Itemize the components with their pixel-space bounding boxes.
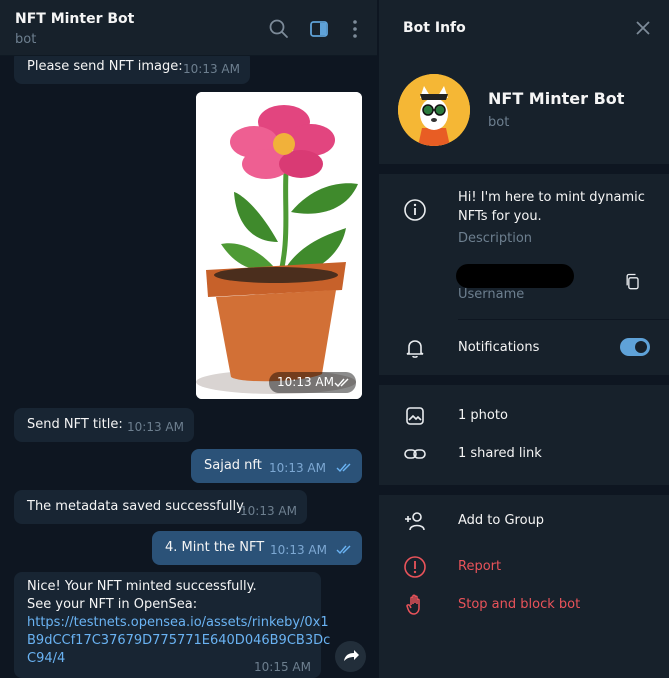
message-time: 10:13 AM — [270, 543, 327, 557]
bell-icon — [406, 340, 424, 358]
message-text: Please send NFT image: — [27, 59, 183, 74]
toggle-knob — [633, 339, 649, 355]
forward-icon — [344, 650, 359, 661]
message-incoming: The metadata saved successfully. 10:13 A… — [14, 490, 307, 524]
chat-panel: NFT Minter Bot bot Please send NFT image… — [0, 0, 377, 678]
message-time: 10:13 AM — [183, 62, 240, 76]
message-text: Nice! Your NFT minted successfully. — [27, 579, 257, 594]
bot-type: bot — [488, 115, 510, 130]
add-to-group-button[interactable]: Add to Group — [458, 513, 544, 528]
description-text: NFTs for you. — [458, 209, 542, 224]
message-time: 10:15 AM — [254, 660, 311, 674]
add-user-icon — [405, 512, 425, 531]
chat-subtitle: bot — [15, 32, 37, 47]
section-divider — [379, 375, 669, 385]
section-divider — [379, 164, 669, 174]
message-text: Sajad nft — [204, 458, 262, 473]
info-icon — [404, 199, 426, 221]
photo-icon — [406, 407, 424, 425]
forward-button[interactable] — [335, 641, 366, 672]
report-icon — [404, 556, 426, 578]
photos-count[interactable]: 1 photo — [458, 408, 508, 423]
close-icon[interactable] — [634, 19, 652, 37]
cat-avatar-image — [398, 74, 470, 146]
opensea-link[interactable]: B9dCCf17C37679D775771E640D046B9CB3Dc — [27, 632, 330, 650]
description-label: Description — [458, 231, 533, 246]
message-time: 10:13 AM — [127, 420, 184, 434]
chat-title[interactable]: NFT Minter Bot — [15, 11, 134, 27]
message-text: Send NFT title: — [27, 417, 123, 432]
search-icon[interactable] — [268, 18, 290, 40]
message-outgoing: 4. Mint the NFT 10:13 AM — [152, 531, 362, 565]
message-text: 4. Mint the NFT — [165, 540, 265, 555]
copy-icon[interactable] — [623, 272, 643, 292]
bot-info-panel: Bot Info NFT Minter Bot bot Hi! I'm here… — [378, 0, 669, 678]
read-checkmarks-icon — [336, 463, 351, 473]
opensea-link[interactable]: https://testnets.opensea.io/assets/rinke… — [27, 614, 329, 632]
report-button[interactable]: Report — [458, 559, 501, 574]
notifications-label: Notifications — [458, 340, 540, 355]
link-icon — [404, 449, 426, 459]
message-time: 10:13 AM — [277, 375, 334, 389]
shared-links-count[interactable]: 1 shared link — [458, 446, 542, 461]
divider-line — [458, 319, 669, 320]
avatar[interactable] — [398, 74, 470, 146]
message-text: See your NFT in OpenSea: — [27, 597, 198, 612]
message-text: The metadata saved successfully. — [27, 499, 247, 514]
stop-and-block-button[interactable]: Stop and block bot — [458, 597, 580, 612]
read-checkmarks-icon — [336, 545, 351, 555]
info-title: Bot Info — [403, 20, 466, 36]
message-outgoing: Sajad nft 10:13 AM — [191, 449, 362, 483]
message-time: 10:13 AM — [269, 461, 326, 475]
bot-name: NFT Minter Bot — [488, 89, 625, 108]
opensea-link[interactable]: C94/4 — [27, 650, 65, 668]
section-divider — [379, 485, 669, 495]
chat-header: NFT Minter Bot bot — [0, 0, 377, 56]
message-time: 10:13 AM — [240, 504, 297, 518]
message-list: Please send NFT image: 10:13 AM 10:13 AM… — [0, 50, 377, 678]
username-redacted — [456, 264, 574, 288]
info-header: Bot Info — [379, 0, 669, 56]
message-image[interactable]: 10:13 AM — [196, 92, 362, 399]
username-label: Username — [458, 287, 525, 302]
message-incoming: Send NFT title: 10:13 AM — [14, 408, 194, 442]
read-checkmarks-icon — [334, 378, 349, 388]
hand-stop-icon — [406, 594, 420, 615]
image-time-badge: 10:13 AM — [269, 372, 356, 393]
description-text: Hi! I'm here to mint dynamic — [458, 190, 645, 205]
sidebar-toggle-icon[interactable] — [308, 18, 330, 40]
flower-pot-image — [196, 92, 362, 399]
notifications-toggle[interactable] — [620, 338, 650, 356]
more-options-icon[interactable] — [344, 18, 366, 40]
message-incoming: Nice! Your NFT minted successfully. See … — [14, 572, 330, 678]
